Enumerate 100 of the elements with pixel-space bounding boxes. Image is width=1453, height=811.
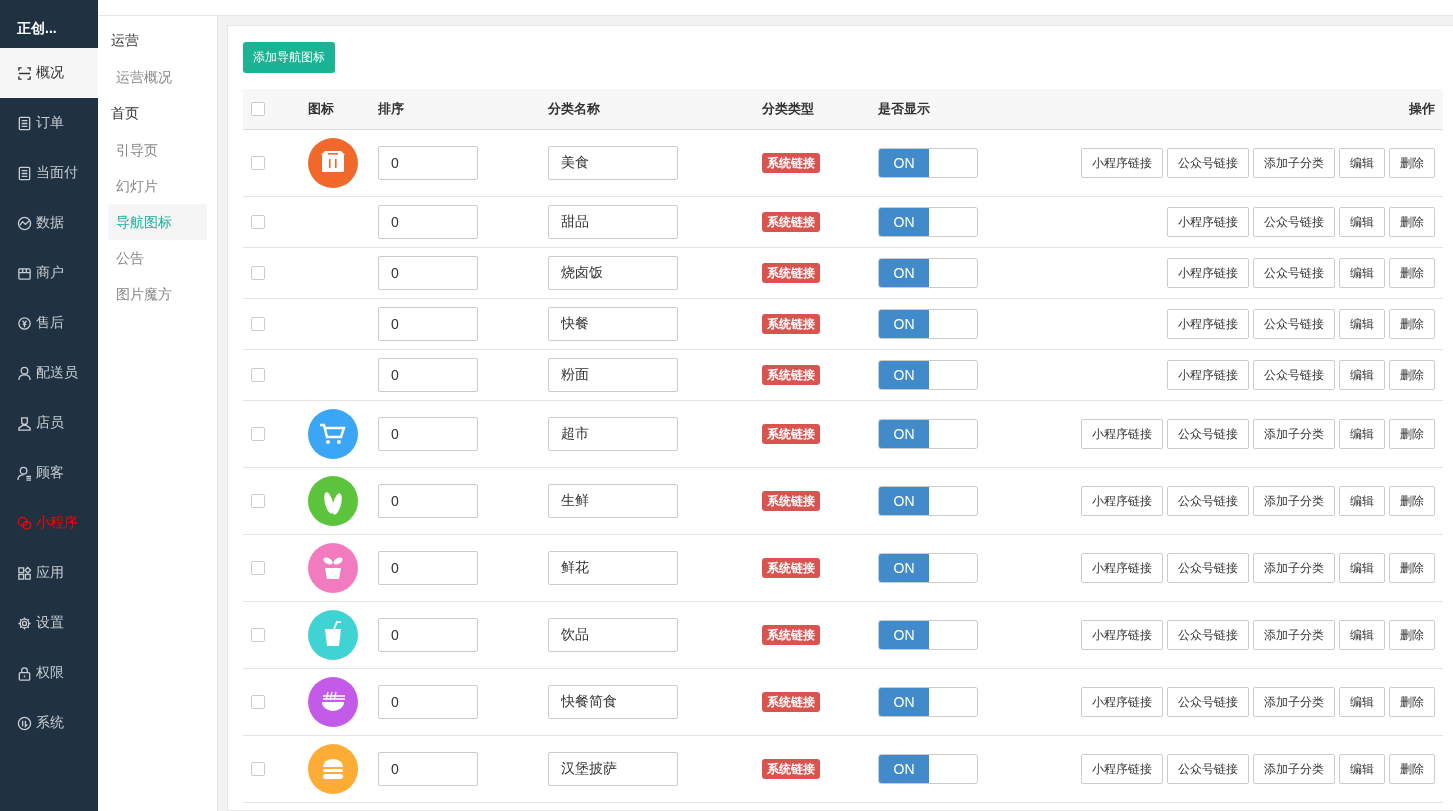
sidebar-item[interactable]: 售后 <box>0 298 98 348</box>
action-button[interactable]: 添加子分类 <box>1253 754 1335 784</box>
sidebar-item[interactable]: 订单 <box>0 98 98 148</box>
sort-input[interactable]: 0 <box>378 618 478 652</box>
action-button[interactable]: 添加子分类 <box>1253 687 1335 717</box>
action-button[interactable]: 小程序链接 <box>1167 207 1249 237</box>
sidebar-item[interactable]: 权限 <box>0 648 98 698</box>
display-toggle[interactable]: ON <box>878 754 978 784</box>
sort-input[interactable]: 0 <box>378 205 478 239</box>
action-button[interactable]: 删除 <box>1389 687 1435 717</box>
sort-input[interactable]: 0 <box>378 685 478 719</box>
action-button[interactable]: 删除 <box>1389 309 1435 339</box>
sort-input[interactable]: 0 <box>378 307 478 341</box>
action-button[interactable]: 编辑 <box>1339 486 1385 516</box>
action-button[interactable]: 公众号链接 <box>1167 486 1249 516</box>
action-button[interactable]: 删除 <box>1389 148 1435 178</box>
action-button[interactable]: 小程序链接 <box>1167 309 1249 339</box>
sidebar-item[interactable]: 商户 <box>0 248 98 298</box>
action-button[interactable]: 公众号链接 <box>1167 687 1249 717</box>
action-button[interactable]: 添加子分类 <box>1253 553 1335 583</box>
submenu-item[interactable]: 运营概况 <box>108 59 207 95</box>
action-button[interactable]: 小程序链接 <box>1167 258 1249 288</box>
action-button[interactable]: 公众号链接 <box>1167 148 1249 178</box>
submenu-item[interactable]: 幻灯片 <box>108 168 207 204</box>
action-button[interactable]: 编辑 <box>1339 360 1385 390</box>
display-toggle[interactable]: ON <box>878 687 978 717</box>
action-button[interactable]: 删除 <box>1389 553 1435 583</box>
category-name-input[interactable]: 超市 <box>548 417 678 451</box>
sort-input[interactable]: 0 <box>378 551 478 585</box>
action-button[interactable]: 添加子分类 <box>1253 419 1335 449</box>
display-toggle[interactable]: ON <box>878 207 978 237</box>
action-button[interactable]: 小程序链接 <box>1081 419 1163 449</box>
category-name-input[interactable]: 饮品 <box>548 618 678 652</box>
display-toggle[interactable]: ON <box>878 258 978 288</box>
select-all-checkbox[interactable] <box>251 102 265 116</box>
sort-input[interactable]: 0 <box>378 358 478 392</box>
row-checkbox[interactable] <box>251 427 265 441</box>
action-button[interactable]: 公众号链接 <box>1253 309 1335 339</box>
submenu-item[interactable]: 图片魔方 <box>108 276 207 312</box>
display-toggle[interactable]: ON <box>878 419 978 449</box>
category-name-input[interactable]: 鲜花 <box>548 551 678 585</box>
category-name-input[interactable]: 粉面 <box>548 358 678 392</box>
action-button[interactable]: 删除 <box>1389 620 1435 650</box>
action-button[interactable]: 编辑 <box>1339 754 1385 784</box>
action-button[interactable]: 编辑 <box>1339 258 1385 288</box>
sidebar-item[interactable]: 应用 <box>0 548 98 598</box>
action-button[interactable]: 小程序链接 <box>1081 687 1163 717</box>
category-name-input[interactable]: 快餐 <box>548 307 678 341</box>
action-button[interactable]: 公众号链接 <box>1253 258 1335 288</box>
action-button[interactable]: 公众号链接 <box>1167 620 1249 650</box>
sort-input[interactable]: 0 <box>378 146 478 180</box>
sidebar-item[interactable]: 概况 <box>0 48 98 98</box>
action-button[interactable]: 公众号链接 <box>1167 754 1249 784</box>
action-button[interactable]: 编辑 <box>1339 687 1385 717</box>
action-button[interactable]: 添加子分类 <box>1253 486 1335 516</box>
action-button[interactable]: 编辑 <box>1339 419 1385 449</box>
action-button[interactable]: 编辑 <box>1339 620 1385 650</box>
action-button[interactable]: 小程序链接 <box>1081 620 1163 650</box>
display-toggle[interactable]: ON <box>878 486 978 516</box>
action-button[interactable]: 公众号链接 <box>1253 207 1335 237</box>
action-button[interactable]: 删除 <box>1389 486 1435 516</box>
category-name-input[interactable]: 汉堡披萨 <box>548 752 678 786</box>
action-button[interactable]: 小程序链接 <box>1081 148 1163 178</box>
display-toggle[interactable]: ON <box>878 620 978 650</box>
category-name-input[interactable]: 甜品 <box>548 205 678 239</box>
sort-input[interactable]: 0 <box>378 484 478 518</box>
sidebar-item[interactable]: 系统 <box>0 698 98 748</box>
action-button[interactable]: 删除 <box>1389 754 1435 784</box>
display-toggle[interactable]: ON <box>878 309 978 339</box>
sort-input[interactable]: 0 <box>378 752 478 786</box>
sort-input[interactable]: 0 <box>378 256 478 290</box>
action-button[interactable]: 编辑 <box>1339 309 1385 339</box>
action-button[interactable]: 添加子分类 <box>1253 148 1335 178</box>
display-toggle[interactable]: ON <box>878 553 978 583</box>
display-toggle[interactable]: ON <box>878 360 978 390</box>
sidebar-item[interactable]: 配送员 <box>0 348 98 398</box>
row-checkbox[interactable] <box>251 317 265 331</box>
sidebar-item[interactable]: 顾客 <box>0 448 98 498</box>
action-button[interactable]: 编辑 <box>1339 207 1385 237</box>
row-checkbox[interactable] <box>251 368 265 382</box>
action-button[interactable]: 删除 <box>1389 419 1435 449</box>
row-checkbox[interactable] <box>251 266 265 280</box>
action-button[interactable]: 小程序链接 <box>1081 754 1163 784</box>
row-checkbox[interactable] <box>251 762 265 776</box>
row-checkbox[interactable] <box>251 628 265 642</box>
action-button[interactable]: 编辑 <box>1339 553 1385 583</box>
action-button[interactable]: 删除 <box>1389 360 1435 390</box>
action-button[interactable]: 添加子分类 <box>1253 620 1335 650</box>
row-checkbox[interactable] <box>251 215 265 229</box>
row-checkbox[interactable] <box>251 156 265 170</box>
action-button[interactable]: 小程序链接 <box>1081 553 1163 583</box>
sort-input[interactable]: 0 <box>378 417 478 451</box>
display-toggle[interactable]: ON <box>878 148 978 178</box>
action-button[interactable]: 公众号链接 <box>1167 419 1249 449</box>
category-name-input[interactable]: 烧卤饭 <box>548 256 678 290</box>
action-button[interactable]: 公众号链接 <box>1253 360 1335 390</box>
category-name-input[interactable]: 生鲜 <box>548 484 678 518</box>
row-checkbox[interactable] <box>251 695 265 709</box>
action-button[interactable]: 小程序链接 <box>1167 360 1249 390</box>
submenu-item[interactable]: 公告 <box>108 240 207 276</box>
